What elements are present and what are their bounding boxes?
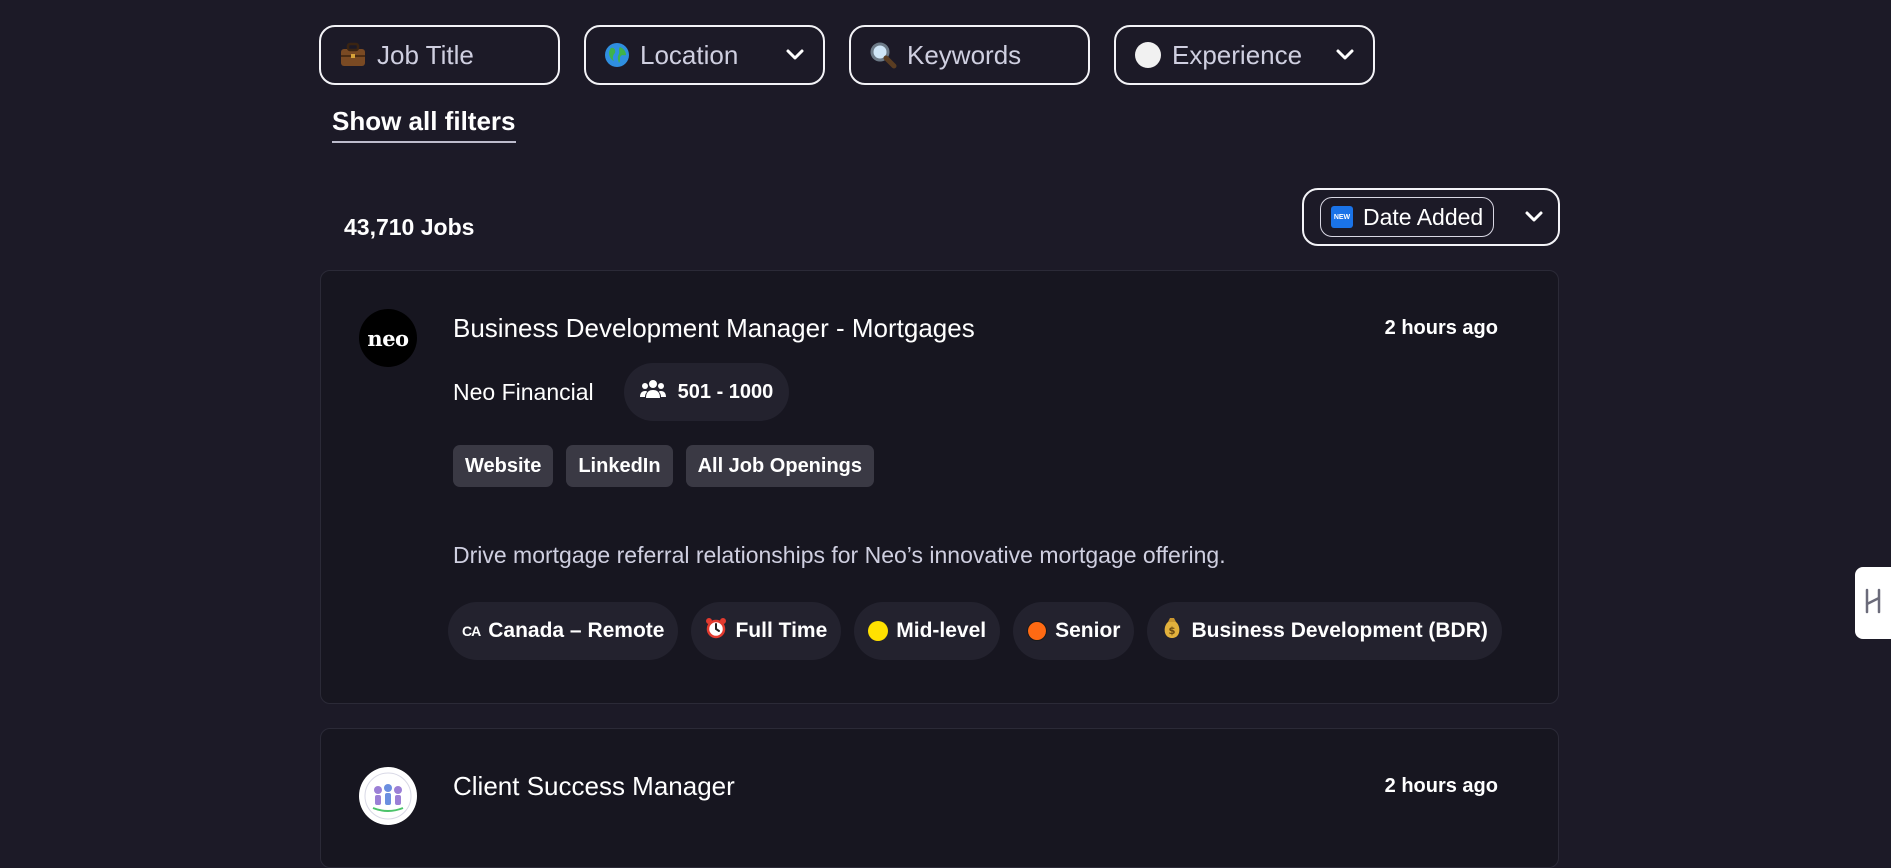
ca-flag-icon: CA	[462, 623, 481, 639]
svg-text:$: $	[1169, 626, 1176, 637]
seniority-label: Senior	[1055, 619, 1121, 642]
company-row: Neo Financial 501 - 1000	[453, 363, 790, 421]
location-tag[interactable]: CA Canada – Remote	[448, 602, 679, 660]
all-job-openings-link[interactable]: All Job Openings	[685, 445, 875, 487]
money-bag-icon: $	[1161, 616, 1183, 646]
keywords-placeholder: Keywords	[907, 39, 1022, 70]
company-logo: neo	[359, 309, 417, 367]
category-tag[interactable]: $ Business Development (BDR)	[1147, 602, 1502, 660]
search-icon	[869, 41, 897, 69]
show-all-filters-link[interactable]: Show all filters	[332, 106, 516, 143]
company-name[interactable]: Neo Financial	[453, 379, 594, 406]
location-placeholder: Location	[640, 39, 739, 70]
level-tag[interactable]: Mid-level	[854, 602, 1001, 660]
job-title-placeholder: Job Title	[377, 39, 474, 70]
company-logo	[359, 767, 417, 825]
job-tags: CA Canada – Remote Full Time Mid-level S…	[448, 602, 1502, 660]
experience-placeholder: Experience	[1172, 39, 1303, 70]
filter-bar: Job Title Location Keywords Experience	[319, 25, 1375, 85]
category-label: Business Development (BDR)	[1191, 619, 1488, 642]
company-links: Website LinkedIn All Job Openings	[453, 445, 875, 487]
chevron-down-icon	[1335, 48, 1355, 62]
globe-icon	[604, 42, 630, 68]
circle-icon	[1134, 41, 1162, 69]
experience-filter[interactable]: Experience	[1114, 25, 1375, 85]
posted-time: 2 hours ago	[1384, 317, 1498, 339]
yellow-dot-icon	[868, 621, 889, 641]
seniority-tag[interactable]: Senior	[1013, 602, 1135, 660]
job-type-tag[interactable]: Full Time	[691, 602, 842, 660]
people-icon	[639, 378, 666, 406]
jobs-count: 43,710 Jobs	[344, 214, 475, 240]
job-type-label: Full Time	[735, 619, 828, 642]
level-label: Mid-level	[896, 619, 987, 642]
posted-time: 2 hours ago	[1384, 775, 1498, 797]
job-title-filter[interactable]: Job Title	[319, 25, 560, 85]
alarm-clock-icon	[705, 617, 727, 645]
job-card[interactable]: Client Success Manager 2 hours ago	[320, 728, 1559, 868]
company-size-value: 501 - 1000	[677, 380, 774, 403]
chevron-down-icon	[785, 48, 805, 62]
company-logo-text: neo	[367, 325, 409, 351]
sort-label: Date Added	[1363, 203, 1484, 230]
side-widget-handle[interactable]	[1855, 567, 1891, 639]
chevron-down-icon	[1524, 210, 1544, 224]
linkedin-link[interactable]: LinkedIn	[566, 445, 673, 487]
job-description: Drive mortgage referral relationships fo…	[453, 542, 1226, 568]
keywords-filter[interactable]: Keywords	[849, 25, 1090, 85]
company-size-badge: 501 - 1000	[623, 363, 790, 421]
orange-dot-icon	[1027, 621, 1048, 641]
website-link[interactable]: Website	[453, 445, 554, 487]
briefcase-icon	[339, 42, 367, 68]
location-filter[interactable]: Location	[584, 25, 825, 85]
sort-dropdown[interactable]: NEW Date Added	[1302, 188, 1560, 246]
job-title[interactable]: Business Development Manager - Mortgages	[453, 313, 975, 344]
location-tag-label: Canada – Remote	[488, 619, 665, 642]
widget-icon	[1863, 586, 1883, 621]
job-title[interactable]: Client Success Manager	[453, 771, 735, 802]
sort-selected[interactable]: NEW Date Added	[1320, 197, 1495, 237]
new-badge-icon: NEW	[1331, 206, 1353, 228]
job-card[interactable]: neo Business Development Manager - Mortg…	[320, 270, 1559, 704]
